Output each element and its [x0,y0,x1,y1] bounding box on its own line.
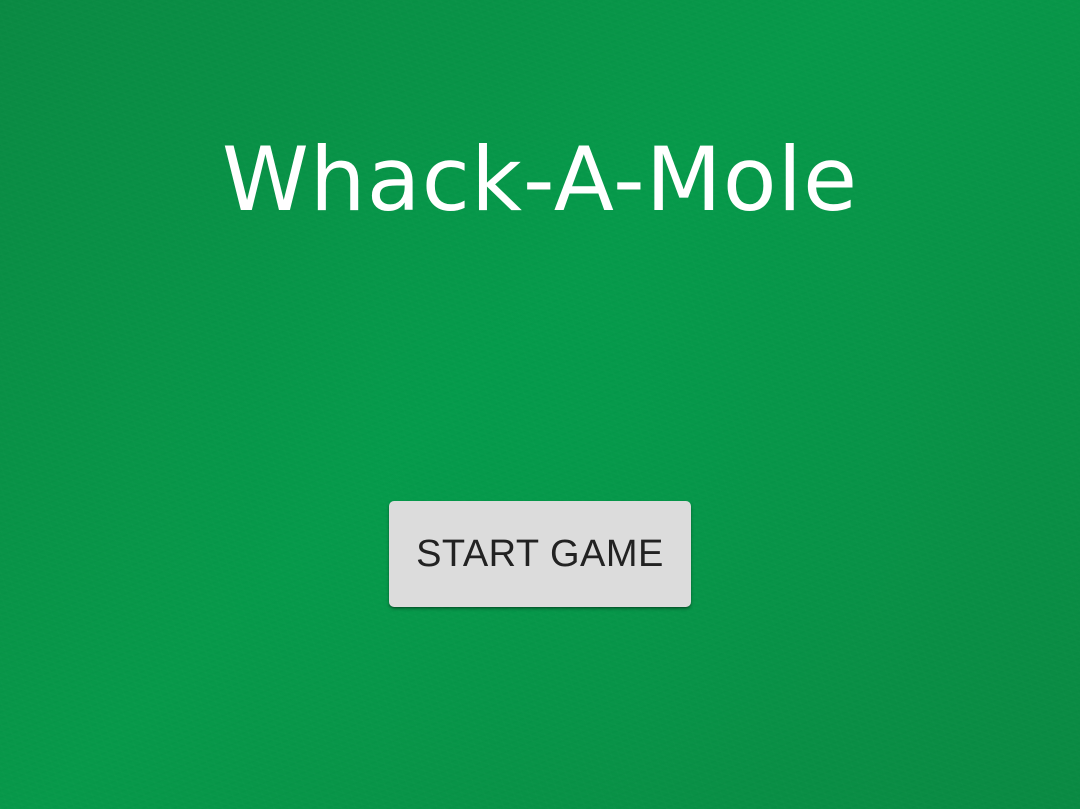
felt-background-texture [0,0,1080,809]
start-game-button[interactable]: START GAME [389,501,691,607]
game-start-screen: Whack-A-Mole START GAME [0,0,1080,809]
game-title: Whack-A-Mole [221,128,859,231]
